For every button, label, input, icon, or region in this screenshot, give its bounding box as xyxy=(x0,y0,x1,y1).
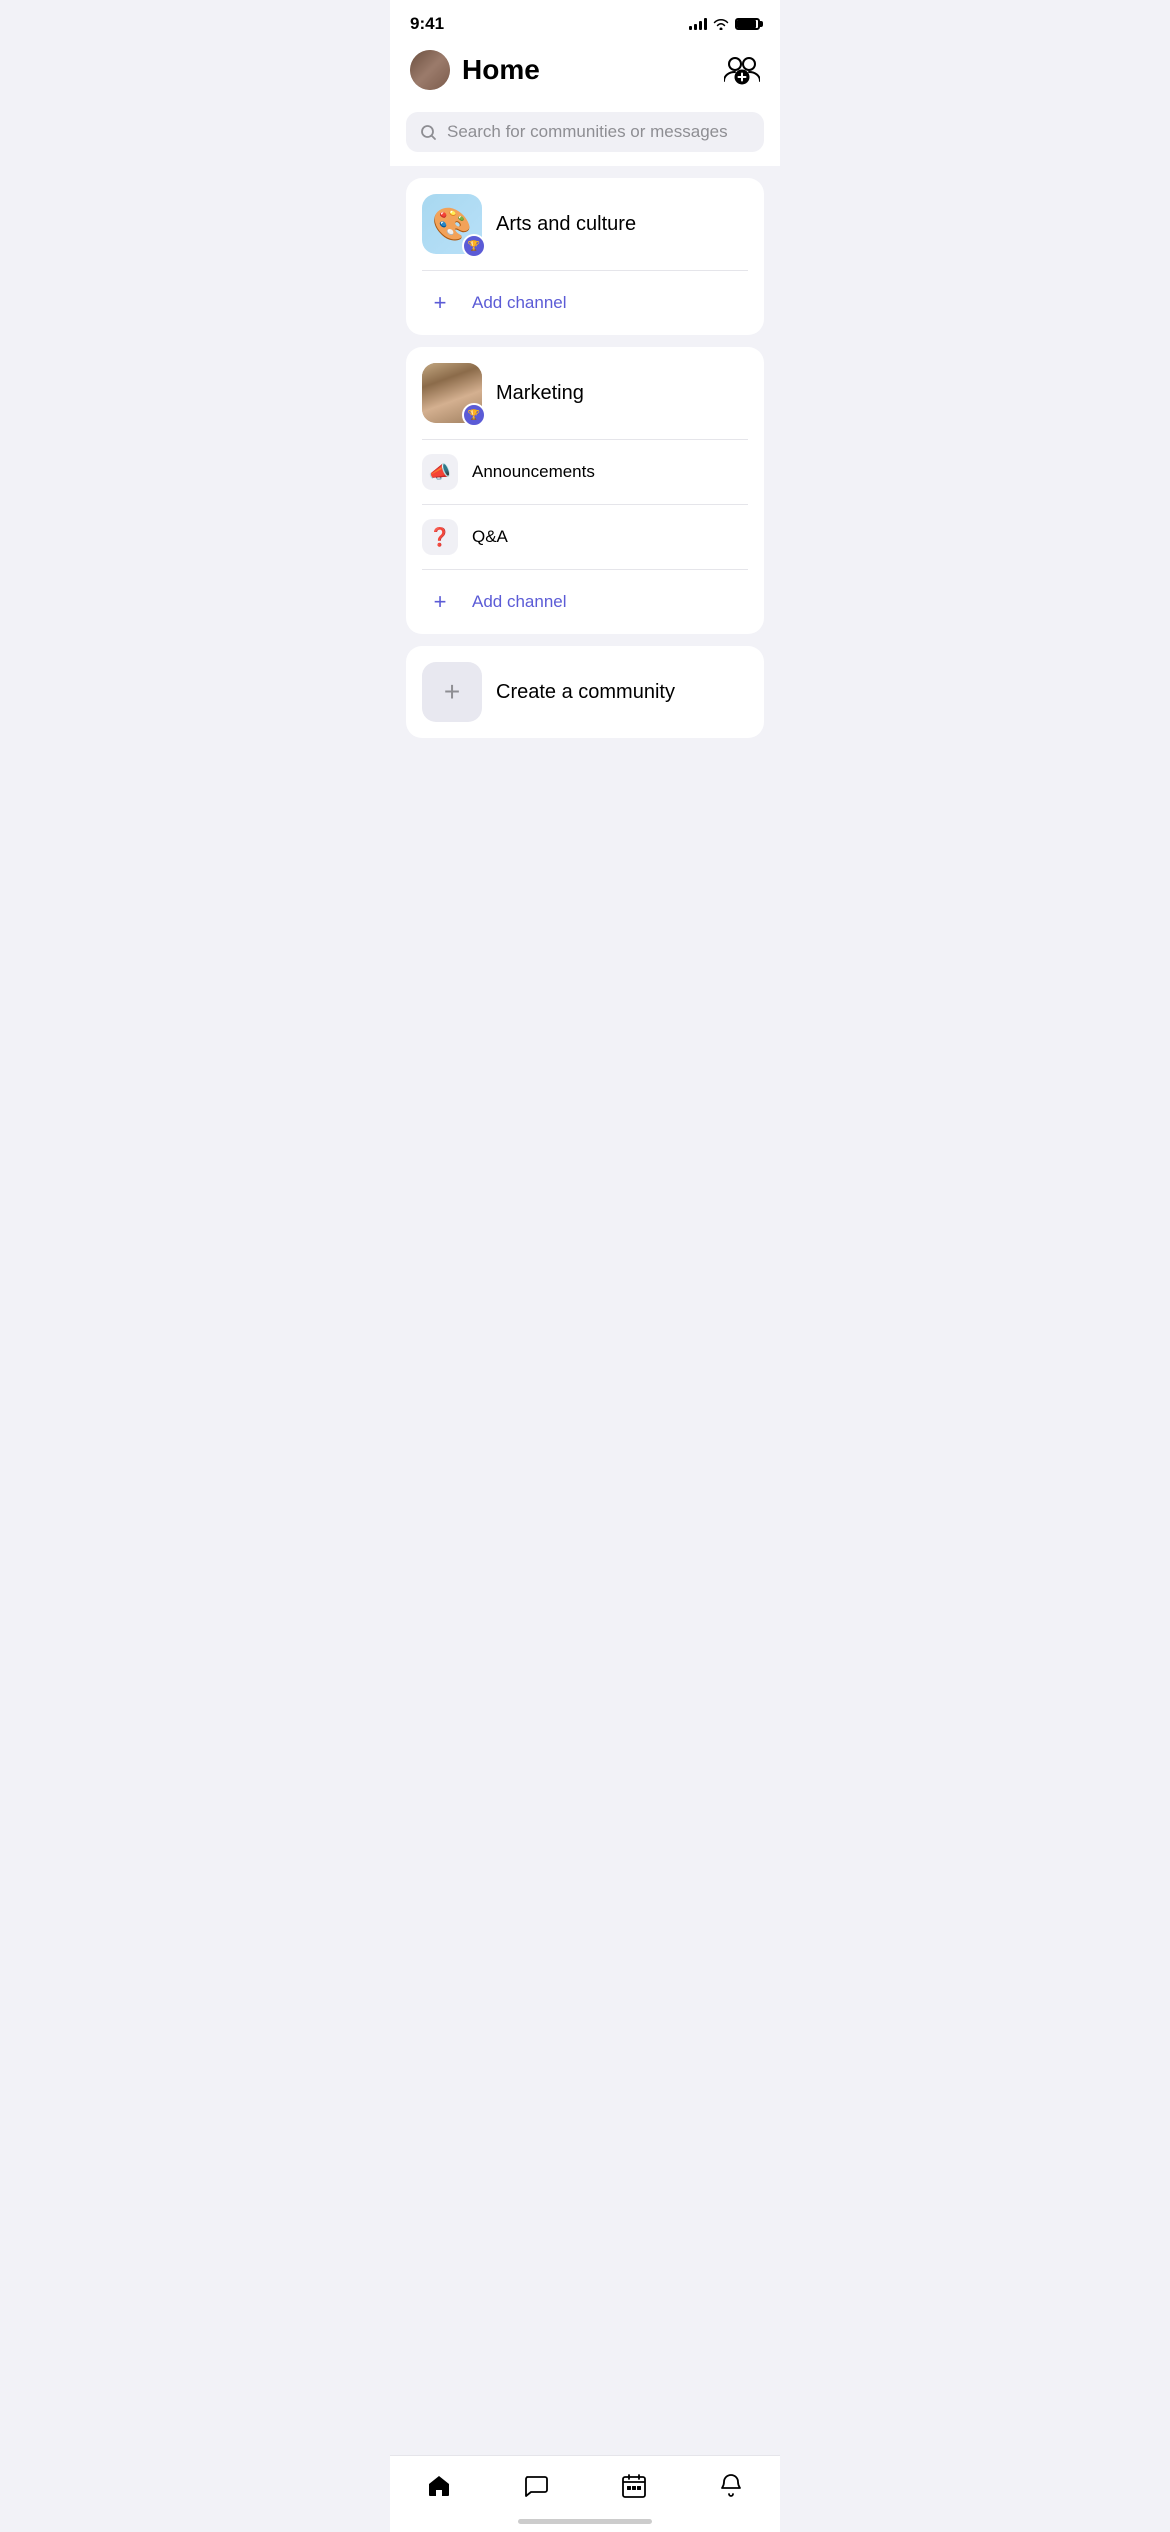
community-badge-arts xyxy=(462,234,486,258)
battery-icon xyxy=(735,18,760,30)
nav-item-chat[interactable] xyxy=(502,2468,570,2504)
home-indicator xyxy=(518,2519,652,2524)
search-container: Search for communities or messages xyxy=(390,104,780,166)
add-channel-label-arts: Add channel xyxy=(472,293,567,313)
announcements-icon: 📣 xyxy=(422,454,458,490)
add-channel-plus-icon: + xyxy=(422,285,458,321)
add-channel-arts[interactable]: + Add channel xyxy=(406,271,764,335)
search-bar[interactable]: Search for communities or messages xyxy=(406,112,764,152)
wifi-icon xyxy=(713,18,729,30)
header: Home xyxy=(390,40,780,104)
create-community-icon: + xyxy=(422,662,482,722)
community-name-arts: Arts and culture xyxy=(496,213,636,236)
header-left: Home xyxy=(410,50,540,90)
community-icon-marketing xyxy=(422,363,482,423)
create-community-card: + Create a community xyxy=(406,646,764,738)
community-card-marketing: Marketing 📣 Announcements ❓ Q&A + Add ch… xyxy=(406,347,764,634)
add-channel-label-marketing: Add channel xyxy=(472,592,567,612)
community-card-arts: 🎨 Arts and culture + Add channel xyxy=(406,178,764,335)
bell-icon xyxy=(717,2472,745,2500)
add-community-button[interactable] xyxy=(724,52,760,88)
qna-icon: ❓ xyxy=(422,519,458,555)
community-badge-marketing xyxy=(462,403,486,427)
status-icons xyxy=(689,18,760,30)
status-time: 9:41 xyxy=(410,14,444,34)
avatar[interactable] xyxy=(410,50,450,90)
community-icon-arts: 🎨 xyxy=(422,194,482,254)
signal-icon xyxy=(689,18,707,30)
add-channel-plus-icon-2: + xyxy=(422,584,458,620)
content-area: 🎨 Arts and culture + Add channel Marketi… xyxy=(390,166,780,750)
channel-item-announcements[interactable]: 📣 Announcements xyxy=(406,440,764,504)
nav-item-home[interactable] xyxy=(405,2468,473,2504)
calendar-icon xyxy=(620,2472,648,2500)
nav-item-notifications[interactable] xyxy=(697,2468,765,2504)
qna-label: Q&A xyxy=(472,527,508,547)
status-bar: 9:41 xyxy=(390,0,780,40)
create-community-label: Create a community xyxy=(496,681,675,704)
create-community-row[interactable]: + Create a community xyxy=(406,646,764,738)
nav-item-calendar[interactable] xyxy=(600,2468,668,2504)
community-name-marketing: Marketing xyxy=(496,382,584,405)
channel-item-qna[interactable]: ❓ Q&A xyxy=(406,505,764,569)
home-icon xyxy=(425,2472,453,2500)
community-header-marketing[interactable]: Marketing xyxy=(406,347,764,439)
create-plus-symbol: + xyxy=(444,676,460,708)
community-header-arts[interactable]: 🎨 Arts and culture xyxy=(406,178,764,270)
chat-icon xyxy=(522,2472,550,2500)
search-icon xyxy=(420,124,437,141)
add-channel-marketing[interactable]: + Add channel xyxy=(406,570,764,634)
announcements-label: Announcements xyxy=(472,462,595,482)
search-placeholder-text: Search for communities or messages xyxy=(447,122,728,142)
add-people-icon xyxy=(724,55,760,85)
page-title: Home xyxy=(462,54,540,86)
